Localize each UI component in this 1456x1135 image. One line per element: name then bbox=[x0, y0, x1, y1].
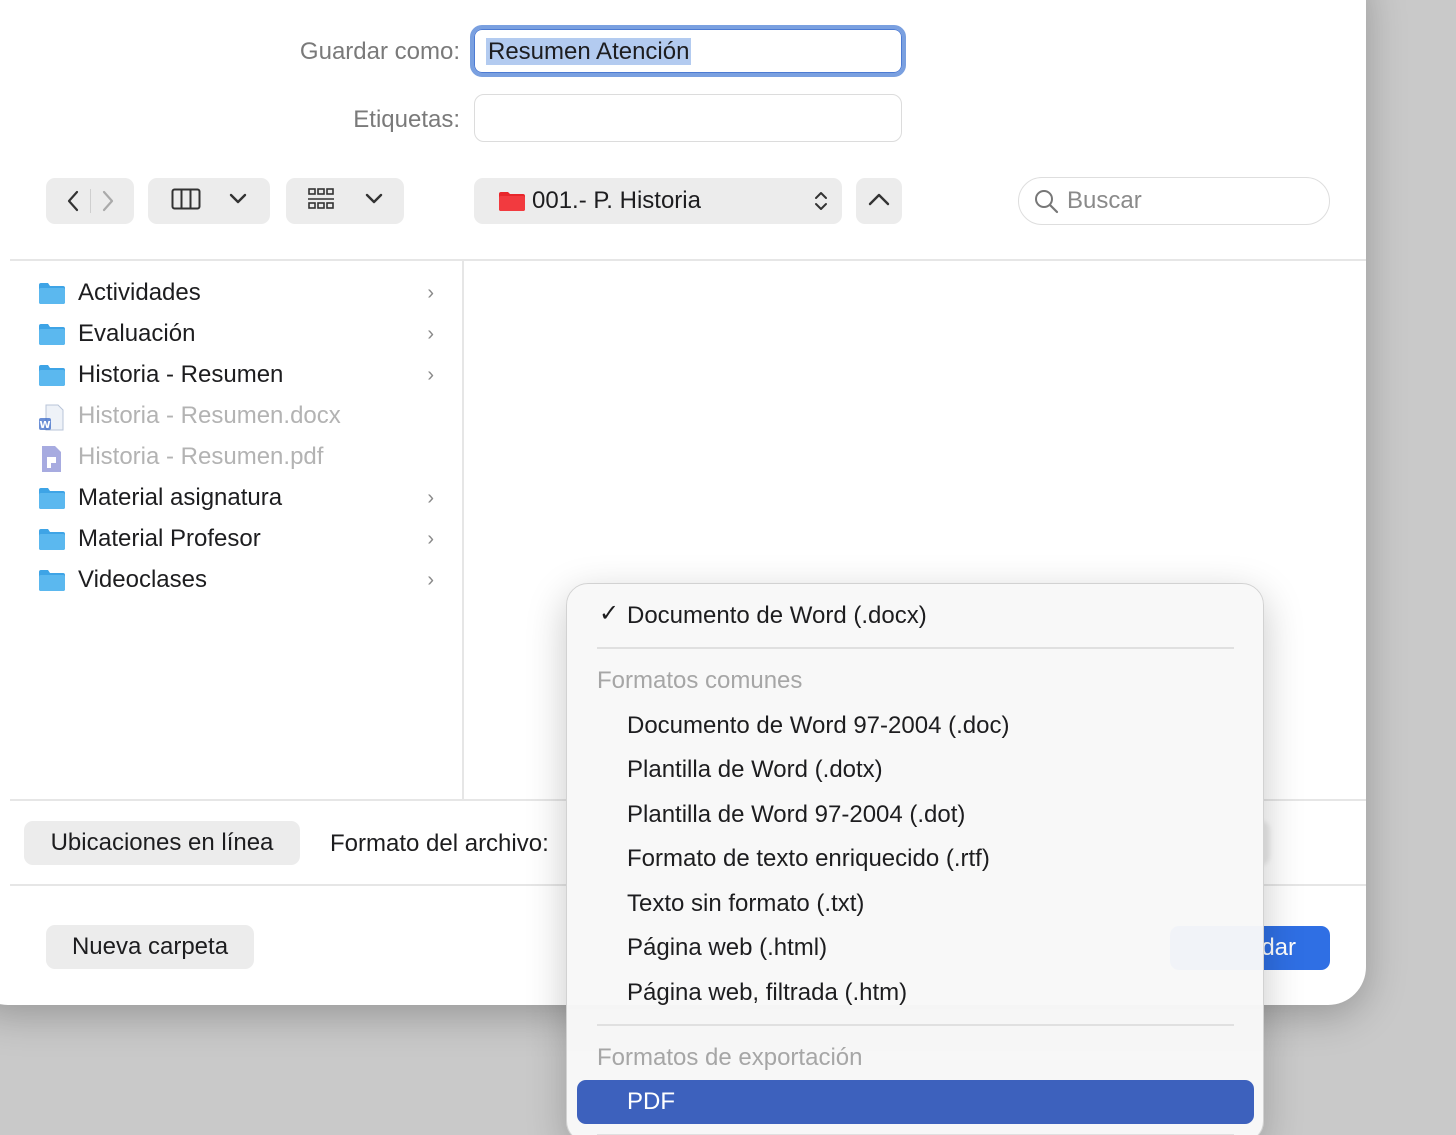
svg-text:W: W bbox=[39, 420, 50, 431]
chevron-right-icon: › bbox=[427, 569, 434, 591]
pdf-document-icon bbox=[38, 445, 66, 472]
list-item-folder[interactable]: Historia - Resumen › bbox=[38, 354, 448, 395]
file-name: Historia - Resumen bbox=[78, 360, 284, 388]
menu-item-rtf[interactable]: Formato de texto enriquecido (.rtf) bbox=[627, 839, 990, 879]
folder-icon bbox=[38, 363, 66, 387]
grid-icon bbox=[307, 187, 335, 216]
chevron-right-icon: › bbox=[427, 282, 434, 304]
chevron-right-icon: › bbox=[427, 487, 434, 509]
save-as-input[interactable]: Resumen Atención bbox=[470, 25, 906, 77]
columns-icon bbox=[171, 188, 201, 215]
chevron-right-icon: › bbox=[427, 528, 434, 550]
menu-separator bbox=[597, 647, 1234, 649]
menu-header-common: Formatos comunes bbox=[597, 667, 803, 694]
list-item-folder[interactable]: Evaluación › bbox=[38, 313, 448, 354]
list-item-folder[interactable]: Material Profesor › bbox=[38, 518, 448, 559]
list-item-folder[interactable]: Actividades › bbox=[38, 272, 448, 313]
file-name: Evaluación bbox=[78, 319, 196, 347]
menu-separator bbox=[597, 1024, 1234, 1026]
column-view-button[interactable] bbox=[148, 178, 270, 224]
file-name: Material asignatura bbox=[78, 483, 283, 511]
forward-icon[interactable] bbox=[91, 190, 125, 212]
location-popup[interactable]: 001.- P. Historia bbox=[474, 178, 842, 224]
folder-icon bbox=[498, 190, 526, 212]
back-icon[interactable] bbox=[56, 190, 90, 212]
menu-item-pdf[interactable]: PDF bbox=[577, 1080, 1254, 1124]
save-button-label: dar bbox=[1261, 934, 1296, 961]
list-item-folder[interactable]: Material asignatura › bbox=[38, 477, 448, 518]
search-field[interactable]: Buscar bbox=[1018, 177, 1330, 225]
group-view-button[interactable] bbox=[286, 178, 404, 224]
chevron-up-icon bbox=[868, 192, 890, 211]
divider bbox=[10, 259, 1366, 261]
menu-header-export: Formatos de exportación bbox=[597, 1044, 863, 1071]
folder-icon bbox=[38, 568, 66, 592]
file-format-menu: ✓ Documento de Word (.docx) Formatos com… bbox=[566, 583, 1264, 1135]
file-format-label: Formato del archivo: bbox=[330, 830, 549, 857]
back-forward-control bbox=[46, 178, 134, 224]
save-as-label: Guardar como: bbox=[299, 38, 460, 65]
file-name: Material Profesor bbox=[78, 524, 261, 552]
search-placeholder: Buscar bbox=[1067, 187, 1142, 214]
menu-item-dot[interactable]: Plantilla de Word 97-2004 (.dot) bbox=[627, 795, 965, 835]
checkmark-icon: ✓ bbox=[599, 600, 620, 627]
file-name: Videoclases bbox=[78, 565, 207, 593]
save-as-value: Resumen Atención bbox=[486, 38, 692, 65]
chevron-right-icon: › bbox=[427, 364, 434, 386]
menu-item-doc[interactable]: Documento de Word 97-2004 (.doc) bbox=[627, 706, 1009, 746]
list-item-folder[interactable]: Videoclases › bbox=[38, 559, 448, 600]
word-document-icon: W bbox=[38, 404, 66, 431]
file-name: Historia - Resumen.pdf bbox=[78, 442, 324, 470]
enclosing-folder-button[interactable] bbox=[856, 178, 902, 224]
file-browser-column: Actividades › Evaluación › Historia - Re… bbox=[38, 272, 448, 600]
new-folder-button[interactable]: Nueva carpeta bbox=[46, 925, 254, 969]
menu-item-txt[interactable]: Texto sin formato (.txt) bbox=[627, 884, 864, 924]
list-item-file: W Historia - Resumen.docx bbox=[38, 395, 448, 436]
tags-label: Etiquetas: bbox=[353, 106, 460, 133]
search-icon bbox=[1033, 188, 1059, 214]
tags-input[interactable] bbox=[474, 94, 902, 142]
column-divider bbox=[462, 260, 464, 800]
chevron-down-icon bbox=[229, 192, 247, 210]
location-label: 001.- P. Historia bbox=[532, 187, 701, 214]
menu-item-dotx[interactable]: Plantilla de Word (.dotx) bbox=[627, 750, 883, 790]
menu-item-docx[interactable]: Documento de Word (.docx) bbox=[627, 596, 927, 636]
list-item-file: Historia - Resumen.pdf bbox=[38, 436, 448, 477]
chevron-down-icon bbox=[365, 192, 383, 210]
file-name: Historia - Resumen.docx bbox=[78, 401, 341, 429]
folder-icon bbox=[38, 527, 66, 551]
folder-icon bbox=[38, 322, 66, 346]
chevron-right-icon: › bbox=[427, 323, 434, 345]
online-locations-button[interactable]: Ubicaciones en línea bbox=[24, 821, 300, 865]
folder-icon bbox=[38, 281, 66, 305]
menu-item-htm[interactable]: Página web, filtrada (.htm) bbox=[627, 973, 907, 1013]
file-name: Actividades bbox=[78, 278, 201, 306]
up-down-chevron-icon bbox=[814, 190, 828, 217]
menu-item-html[interactable]: Página web (.html) bbox=[627, 928, 827, 968]
folder-icon bbox=[38, 486, 66, 510]
